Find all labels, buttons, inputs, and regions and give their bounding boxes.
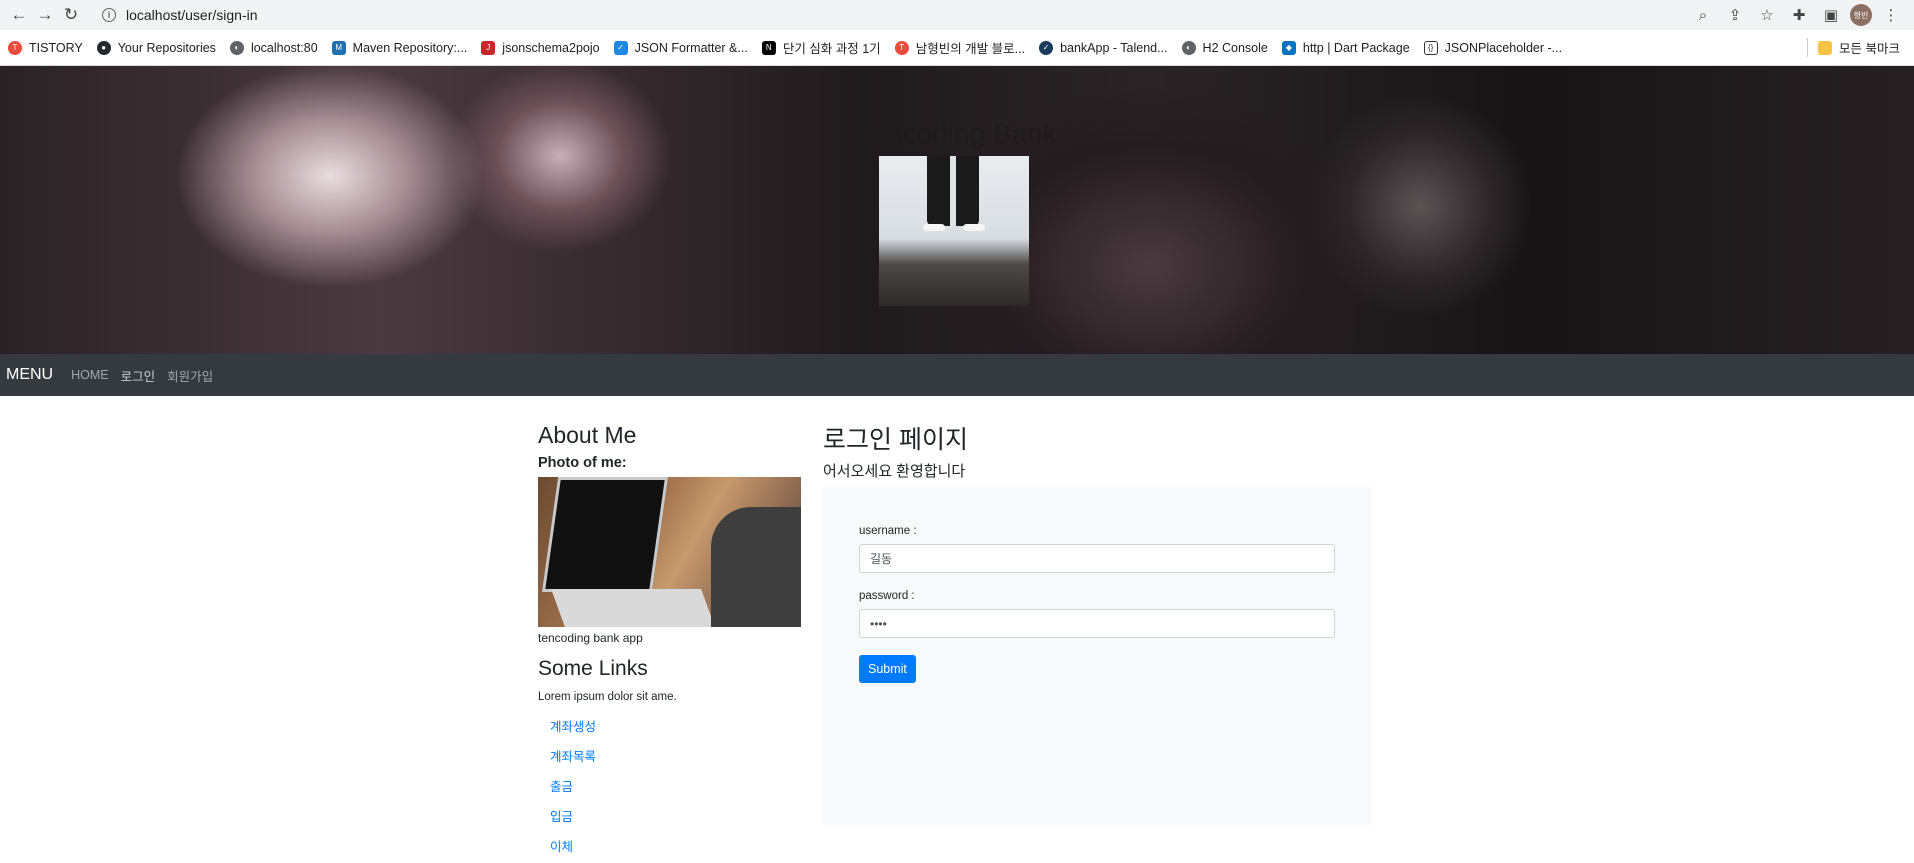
nav-sign-up[interactable]: 회원가입 — [167, 366, 213, 385]
profile-avatar[interactable]: 형빈 — [1850, 4, 1872, 26]
links-title: Some Links — [538, 657, 648, 680]
photo-caption: tencoding bank app — [538, 631, 643, 645]
site-info-icon[interactable]: i — [102, 8, 116, 22]
address-bar[interactable]: i localhost/user/sign-in — [92, 2, 1690, 28]
nav-home[interactable]: HOME — [71, 368, 109, 382]
bookmark-item[interactable]: M Maven Repository:... — [331, 40, 467, 55]
bookmark-star-icon[interactable]: ☆ — [1754, 2, 1780, 28]
navbar-brand[interactable]: MENU — [6, 366, 53, 384]
submit-button[interactable]: Submit — [859, 655, 916, 683]
globe-icon: ◐ — [229, 40, 244, 55]
notion-icon: N — [761, 40, 776, 55]
photo-label: Photo of me: — [538, 455, 627, 471]
bookmark-item[interactable]: T 남형빈의 개발 블로... — [894, 38, 1025, 57]
link-account-list[interactable]: 계좌목록 — [550, 747, 801, 777]
browser-toolbar: ← → ↻ i localhost/user/sign-in ⌕ ⇪ ☆ ✚ ▣… — [0, 0, 1914, 30]
laptop-photo — [538, 477, 801, 627]
folder-icon — [1818, 40, 1833, 55]
sidebar-link-list: 계좌생성 계좌목록 출금 입금 이체 — [538, 717, 801, 863]
link-deposit[interactable]: 입금 — [550, 807, 801, 837]
nav-sign-in[interactable]: 로그인 — [121, 366, 156, 385]
login-section: 로그인 페이지 어서오세요 환영합니다 username : 길동 passwo… — [823, 420, 1371, 825]
links-description: Lorem ipsum dolor sit ame. — [538, 691, 677, 703]
main-navbar: MENU HOME 로그인 회원가입 — [0, 354, 1914, 396]
password-label: password : — [859, 590, 915, 602]
json-braces-icon: {} — [1423, 40, 1438, 55]
tistory-icon: T — [8, 40, 22, 55]
github-icon: ● — [96, 40, 111, 55]
bookmark-item[interactable]: {} JSONPlaceholder -... — [1423, 40, 1562, 55]
share-icon[interactable]: ⇪ — [1722, 2, 1748, 28]
check-circle-icon: ✓ — [1039, 40, 1054, 55]
welcome-text: 어서오세요 환영합니다 — [823, 463, 966, 480]
back-arrow-icon[interactable]: ← — [6, 2, 32, 28]
globe-icon: ◐ — [1181, 40, 1196, 55]
extensions-icon[interactable]: ✚ — [1786, 2, 1812, 28]
bookmark-item[interactable]: ● Your Repositories — [96, 40, 216, 55]
bookmark-item[interactable]: ◐ localhost:80 — [229, 40, 318, 55]
hero-profile-photo — [879, 156, 1029, 306]
bookmark-item[interactable]: ✓ bankApp - Talend... — [1039, 40, 1168, 55]
login-form: username : 길동 password : •••• Submit — [823, 487, 1371, 825]
all-bookmarks[interactable]: 모든 북마크 — [1807, 38, 1914, 57]
bookmarks-bar: T TISTORY ● Your Repositories ◐ localhost:8… — [0, 30, 1914, 66]
url-text: localhost/user/sign-in — [126, 7, 258, 23]
bookmark-item[interactable]: ✓ JSON Formatter &... — [613, 40, 748, 55]
jsonschema-icon: J — [481, 40, 496, 55]
reload-icon[interactable]: ↻ — [58, 2, 84, 28]
bookmark-item[interactable]: T TISTORY — [8, 40, 83, 55]
bookmark-item[interactable]: N 단기 심화 과정 1기 — [761, 38, 881, 57]
username-label: username : — [859, 525, 917, 537]
forward-arrow-icon[interactable]: → — [32, 2, 58, 28]
username-input[interactable]: 길동 — [859, 544, 1335, 573]
menu-kebab-icon[interactable]: ⋮ — [1878, 2, 1904, 28]
tistory-icon: T — [894, 40, 909, 55]
bookmark-item[interactable]: ◐ H2 Console — [1181, 40, 1268, 55]
link-create-account[interactable]: 계좌생성 — [550, 717, 801, 747]
maven-icon: M — [331, 40, 346, 55]
site-title: Tencoding Bank — [857, 118, 1057, 149]
link-transfer[interactable]: 이체 — [550, 837, 801, 863]
bookmark-item[interactable]: ◆ http | Dart Package — [1281, 40, 1410, 55]
link-withdraw[interactable]: 출금 — [550, 777, 801, 807]
sidebar: About Me Photo of me: tencoding bank app… — [538, 422, 801, 863]
bookmark-item[interactable]: Jjsonschema2pojo — [481, 40, 600, 55]
password-input[interactable]: •••• — [859, 609, 1335, 638]
hero-banner: Tencoding Bank — [0, 66, 1914, 354]
page-title: 로그인 페이지 — [823, 426, 968, 454]
about-title: About Me — [538, 422, 637, 448]
checkbox-icon: ✓ — [613, 40, 628, 55]
zoom-icon[interactable]: ⌕ — [1690, 2, 1716, 28]
side-panel-icon[interactable]: ▣ — [1818, 2, 1844, 28]
dart-icon: ◆ — [1281, 40, 1296, 55]
